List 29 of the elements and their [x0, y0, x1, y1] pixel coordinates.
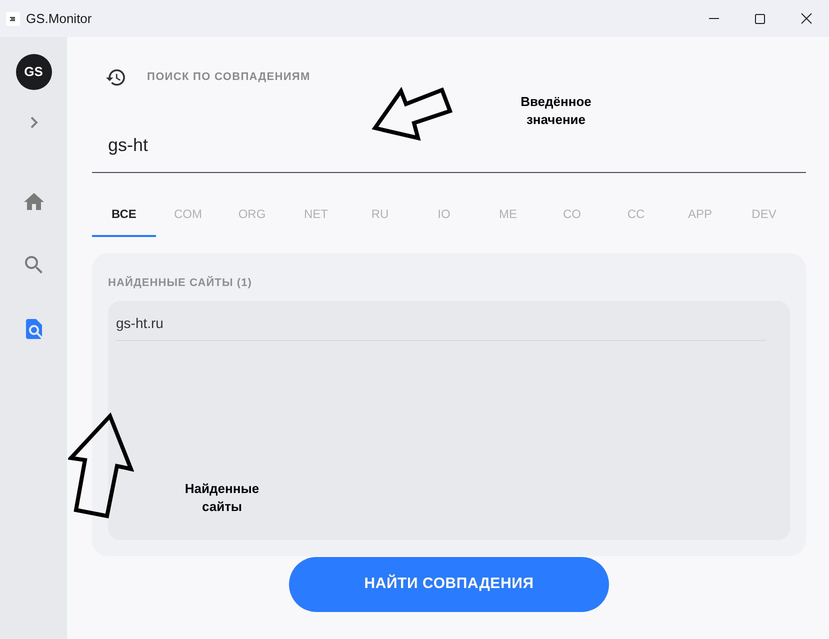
close-icon [800, 13, 812, 24]
annotation-note: Введённое значение [520, 93, 592, 129]
domain-tab[interactable]: ME [476, 192, 540, 237]
domain-tab[interactable]: CO [540, 192, 604, 237]
document-search-icon [26, 319, 42, 339]
maximize-icon [755, 14, 765, 24]
chevron-right-icon [30, 116, 38, 128]
app-icon [6, 12, 20, 26]
minimize-icon [709, 18, 719, 19]
find-matches-button[interactable]: НАЙТИ СОВПАДЕНИЯ [289, 557, 609, 612]
annotation-note: Найденные сайты [184, 480, 260, 516]
domain-tab[interactable]: RU [348, 192, 412, 237]
domain-tab[interactable]: ВСЕ [92, 192, 156, 237]
domain-tab[interactable]: ORG [220, 192, 284, 237]
domain-tab[interactable]: COM [156, 192, 220, 237]
search-mode-label: ПОИСК ПО СОВПАДЕНИЯМ [147, 70, 310, 85]
domain-tab[interactable]: CC [604, 192, 668, 237]
history-icon [106, 68, 125, 86]
results-title: НАЙДЕННЫЕ САЙТЫ (1) [108, 275, 253, 291]
window-title: GS.Monitor [26, 10, 92, 28]
search-input[interactable]: gs-ht [92, 132, 806, 173]
domain-tab[interactable]: IO [412, 192, 476, 237]
avatar: GS [16, 54, 52, 90]
result-item[interactable]: gs-ht.ru [116, 301, 766, 341]
home-icon [24, 192, 44, 210]
domain-tab[interactable]: APP [668, 192, 732, 237]
domain-tab[interactable]: NET [284, 192, 348, 237]
search-icon [24, 256, 42, 274]
domain-tab[interactable]: DEV [732, 192, 796, 237]
